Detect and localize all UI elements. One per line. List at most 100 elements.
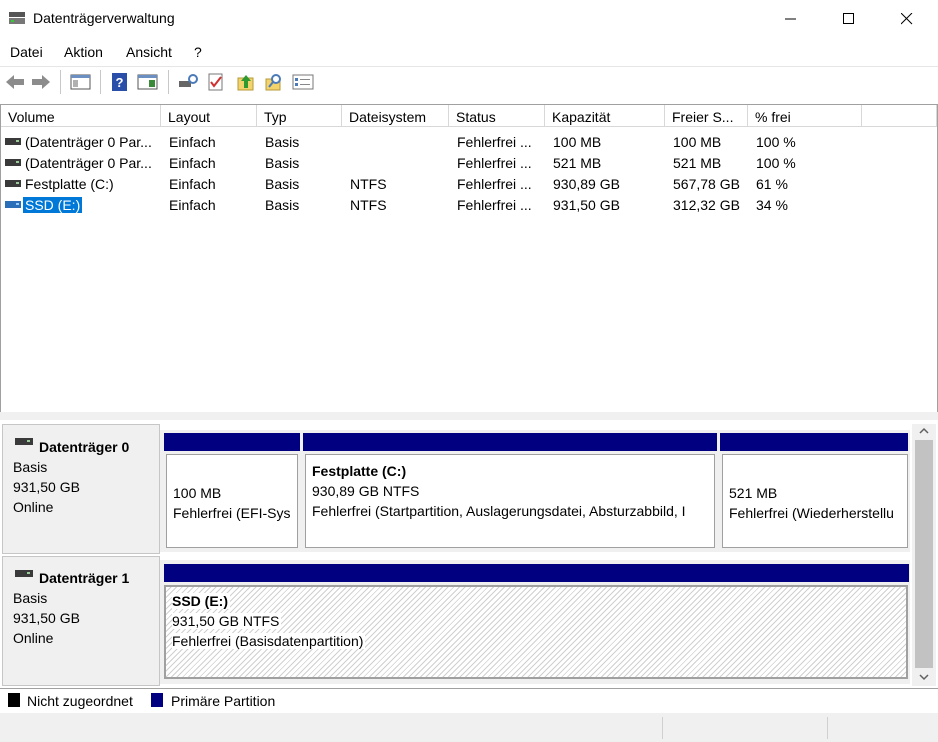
partition-bar [303, 433, 717, 451]
table-row-selected[interactable]: SSD (E:) Einfach Basis NTFS Fehlerfrei .… [1, 195, 935, 216]
cell-typ: Basis [265, 155, 300, 171]
cell-typ: Basis [265, 197, 300, 213]
cell-status: Fehlerfrei ... [457, 134, 532, 150]
table-row[interactable]: Festplatte (C:) Einfach Basis NTFS Fehle… [1, 174, 935, 195]
help-icon[interactable]: ? [110, 72, 130, 92]
close-button[interactable] [878, 0, 936, 38]
scroll-down-icon[interactable] [918, 672, 930, 682]
menu-ansicht[interactable]: Ansicht [126, 44, 172, 60]
partition-status: Fehlerfrei (Basisdatenpartition) [172, 633, 366, 649]
cell-volume: (Datenträger 0 Par... [25, 134, 152, 150]
cell-kapazitaet: 100 MB [553, 134, 602, 150]
partition-festplatte-c[interactable]: Festplatte (C:) 930,89 GB NTFS Fehlerfre… [305, 454, 715, 548]
disk-0-info[interactable]: Datenträger 0 Basis 931,50 GB Online [2, 424, 160, 554]
column-header-volume[interactable]: Volume [1, 105, 161, 127]
cell-dateisystem: NTFS [350, 176, 387, 192]
disk-icon [15, 438, 33, 445]
scroll-up-icon[interactable] [918, 426, 930, 436]
column-header-kapazitaet[interactable]: Kapazität [545, 105, 665, 127]
disk-0-name: Datenträger 0 [39, 439, 130, 455]
column-header-layout[interactable]: Layout [161, 105, 257, 127]
cell-typ: Basis [265, 176, 300, 192]
cell-status: Fehlerfrei ... [457, 155, 532, 171]
minimize-icon [785, 18, 796, 20]
partition-status: Fehlerfrei (Wiederherstellu [729, 505, 894, 521]
maximize-button[interactable] [820, 0, 878, 38]
column-header-typ[interactable]: Typ [257, 105, 342, 127]
cell-volume: (Datenträger 0 Par... [25, 155, 152, 171]
status-separator [662, 717, 663, 739]
partition-size: 930,89 GB NTFS [312, 483, 420, 499]
connect-disk-icon[interactable] [177, 73, 199, 91]
window-title: Datenträgerverwaltung [33, 10, 175, 26]
cell-kapazitaet: 931,50 GB [553, 197, 620, 213]
disk-1-type: Basis [13, 590, 48, 606]
column-header-prozent-frei[interactable]: % frei [748, 105, 862, 127]
partition-bar [720, 433, 908, 451]
status-bar [0, 713, 938, 742]
cell-prozent-frei: 61 % [756, 176, 788, 192]
cell-layout: Einfach [169, 155, 216, 171]
column-header-dateisystem[interactable]: Dateisystem [342, 105, 449, 127]
legend-unallocated-label: Nicht zugeordnet [27, 693, 133, 709]
menu-help[interactable]: ? [194, 44, 202, 60]
table-row[interactable]: (Datenträger 0 Par... Einfach Basis Fehl… [1, 132, 935, 153]
partition-title: Festplatte (C:) [312, 463, 407, 479]
partition-status: Fehlerfrei (EFI-Sys [173, 505, 291, 521]
partition-ssd-e-selected[interactable]: SSD (E:) 931,50 GB NTFS Fehlerfrei (Basi… [164, 585, 908, 679]
partition-title: SSD (E:) [172, 593, 230, 609]
partition-recovery[interactable]: 521 MB Fehlerfrei (Wiederherstellu [722, 454, 908, 548]
cell-prozent-frei: 100 % [756, 155, 796, 171]
disk-icon [15, 570, 33, 577]
menu-aktion[interactable]: Aktion [64, 44, 103, 60]
partition-bar [164, 433, 300, 451]
search-folder-icon[interactable] [264, 72, 284, 92]
cell-prozent-frei: 34 % [756, 197, 788, 213]
up-arrow-folder-icon[interactable] [236, 72, 256, 92]
cell-typ: Basis [265, 134, 300, 150]
disk-0-state: Online [13, 499, 54, 515]
scrollbar-thumb[interactable] [915, 440, 933, 668]
partition-size: 100 MB [173, 485, 222, 501]
cell-freier-speicher: 312,32 GB [673, 197, 740, 213]
table-row[interactable]: (Datenträger 0 Par... Einfach Basis Fehl… [1, 153, 935, 174]
cell-volume-wrap: SSD (E:) [23, 197, 83, 213]
disk-0-size: 931,50 GB [13, 479, 80, 495]
close-icon [901, 13, 913, 25]
cell-freier-speicher: 567,78 GB [673, 176, 740, 192]
disk-0-type: Basis [13, 459, 48, 475]
partition-size: 521 MB [729, 485, 778, 501]
legend-primary-label: Primäre Partition [171, 693, 276, 709]
column-header-status[interactable]: Status [449, 105, 545, 127]
show-hide-action-pane-icon[interactable] [137, 73, 159, 91]
check-properties-icon[interactable] [206, 72, 226, 92]
volume-list: Volume Layout Typ Dateisystem Status Kap… [0, 104, 938, 414]
minimize-button[interactable] [762, 0, 820, 38]
partition-bar [164, 564, 909, 582]
cell-status: Fehlerfrei ... [457, 176, 532, 192]
forward-arrow-icon[interactable] [30, 73, 52, 91]
cell-freier-speicher: 100 MB [673, 134, 722, 150]
cell-freier-speicher: 521 MB [673, 155, 722, 171]
toolbar-separator [100, 70, 101, 94]
disk-1-state: Online [13, 630, 54, 646]
legend-primary-swatch [151, 693, 163, 707]
cell-layout: Einfach [169, 176, 216, 192]
partition-efi[interactable]: 100 MB Fehlerfrei (EFI-Sys [166, 454, 298, 548]
cell-layout: Einfach [169, 197, 216, 213]
disk-1-info[interactable]: Datenträger 1 Basis 931,50 GB Online [2, 556, 160, 686]
cell-layout: Einfach [169, 134, 216, 150]
drive-icon [5, 201, 21, 208]
status-separator [827, 717, 828, 739]
cell-kapazitaet: 521 MB [553, 155, 602, 171]
partition-size: 931,50 GB NTFS [172, 613, 282, 629]
properties-list-icon[interactable] [292, 73, 314, 91]
back-arrow-icon[interactable] [4, 73, 26, 91]
disk-management-app-icon [9, 12, 25, 24]
legend-unallocated-swatch [8, 693, 20, 707]
cell-volume: SSD (E:) [23, 197, 83, 213]
partition-status: Fehlerfrei (Startpartition, Auslagerungs… [312, 503, 686, 519]
show-hide-console-tree-icon[interactable] [70, 73, 92, 91]
menu-datei[interactable]: Datei [10, 44, 43, 60]
column-header-freier-speicher[interactable]: Freier S... [665, 105, 748, 127]
